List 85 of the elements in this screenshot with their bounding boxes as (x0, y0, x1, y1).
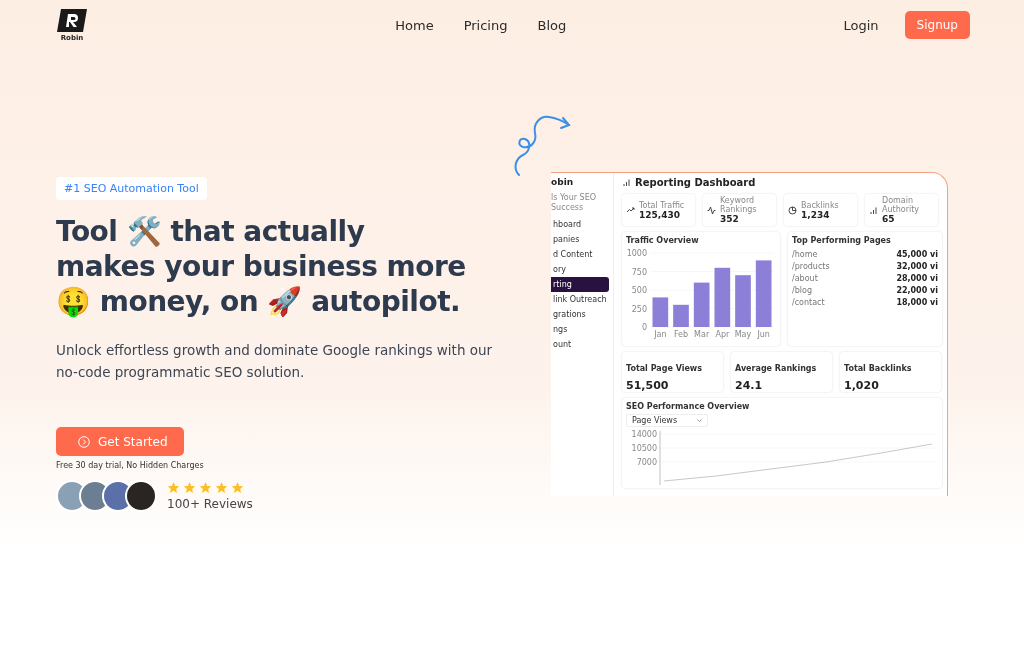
page-views: 45,000 vi (896, 249, 938, 259)
nav-link[interactable]: Pricing (463, 17, 508, 33)
total-label: Total Backlinks (844, 364, 912, 373)
axis-label: 0 (641, 323, 647, 332)
chart-bar (693, 282, 710, 327)
star-icon (183, 481, 196, 494)
dashboard-logo: obin (551, 177, 575, 187)
card-title: SEO Performance Overview (626, 402, 751, 411)
sidebar-item[interactable]: panies (551, 232, 609, 247)
page-path: /contact (792, 297, 825, 307)
axis-label: Jun (757, 330, 770, 339)
avatar (125, 480, 157, 512)
sidebar-item[interactable]: ount (551, 337, 609, 352)
nav-link[interactable]: Blog (537, 17, 567, 33)
axis-label: Feb (673, 330, 689, 339)
stat-label: Total Traffic (639, 200, 685, 210)
subtitle: Unlock effortless growth and dominate Google rankings with our no-code programmatic SEO solution. (56, 341, 494, 382)
total-label: Average Rankings (735, 364, 817, 373)
star-icon (199, 481, 212, 494)
page-path: /blog (792, 285, 812, 295)
sidebar-item[interactable]: grations (551, 307, 609, 322)
page-path: /products (792, 261, 830, 271)
sidebar-item[interactable]: rting (551, 277, 609, 292)
page-path: /home (792, 249, 818, 259)
axis-label: 500 (631, 286, 647, 295)
stat-label: Domain Authority (882, 196, 921, 214)
axis-label: Mar (694, 330, 710, 339)
axis-label: Apr (715, 330, 730, 339)
card-title: Traffic Overview (626, 236, 700, 245)
sidebar-item[interactable]: ngs (551, 322, 609, 337)
reviews-count: 100+ Reviews (167, 497, 253, 511)
sidebar-item[interactable]: d Content (551, 247, 609, 262)
logo-icon[interactable] (56, 8, 88, 33)
nav-link[interactable]: Home (395, 17, 434, 33)
trial-note: Free 30 day trial, No Hidden Charges (56, 461, 204, 470)
chart-bar (714, 267, 731, 327)
chart-bar (652, 297, 669, 327)
dashboard-title: Reporting Dashboard (635, 177, 756, 188)
stat-value: 65 (882, 214, 896, 224)
chevron-circle-icon (78, 435, 90, 448)
sidebar-tagline: ls Your SEO Success (551, 193, 597, 213)
total-value: 24.1 (735, 379, 764, 392)
headline-line: 🤑 money, on 🚀 autopilot. (56, 284, 462, 319)
login-link[interactable]: Login (843, 17, 879, 33)
total-label: Total Page Views (626, 364, 702, 373)
page-views: 32,000 vi (896, 261, 938, 271)
page-views: 28,000 vi (896, 273, 938, 283)
page-views: 22,000 vi (896, 285, 938, 295)
chart-bar (673, 304, 689, 327)
page-path: /about (792, 273, 818, 283)
axis-label: 1000 (626, 249, 647, 258)
stat-label: Keyword Rankings (720, 196, 758, 214)
headline-line: Tool 🛠 that actually (56, 214, 366, 249)
axis-label: 250 (631, 304, 647, 314)
stat-value: 125,430 (639, 209, 681, 220)
total-value: 1,020 (844, 379, 880, 392)
tagline-badge: #1 SEO Automation Tool (56, 177, 207, 200)
pulse-icon (707, 205, 716, 215)
axis-label: 7000 (636, 458, 657, 467)
stat-label: Backlinks (801, 200, 839, 210)
stat-value: 1,234 (801, 209, 831, 220)
pie-chart-icon (788, 205, 797, 215)
metric-select[interactable]: Page Views (626, 414, 708, 427)
total-value: 51,500 (626, 379, 670, 392)
headline-line: makes your business more (56, 249, 466, 284)
axis-label: May (734, 330, 752, 339)
bar-chart-icon (869, 205, 878, 215)
chart-bar (755, 260, 772, 327)
chevron-down-icon (697, 419, 702, 422)
axis-label: 10500 (631, 444, 657, 453)
stat-value: 352 (720, 214, 740, 224)
star-icon (215, 481, 228, 494)
chart-bar (735, 275, 751, 327)
sidebar-item[interactable]: link Outreach (551, 292, 609, 307)
axis-label: 14000 (631, 430, 657, 439)
card-title: Top Performing Pages (792, 236, 892, 245)
axis-label: Jan (654, 330, 667, 339)
star-icon (231, 481, 244, 494)
bar-chart-icon (622, 178, 631, 187)
sidebar-item[interactable]: hboard (551, 217, 609, 232)
trend-icon (626, 205, 635, 215)
page-views: 18,000 vi (896, 297, 938, 307)
axis-label: 750 (631, 267, 647, 277)
sidebar-item[interactable]: ory (551, 262, 609, 277)
star-icon (167, 481, 180, 494)
